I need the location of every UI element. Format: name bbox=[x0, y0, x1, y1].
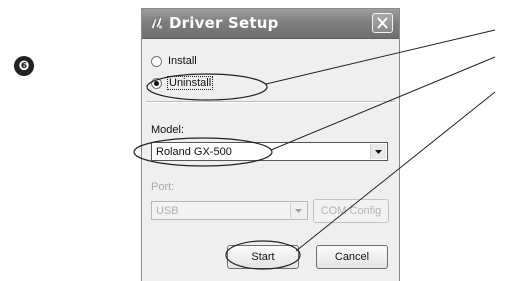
uninstall-highlight-ellipse bbox=[146, 73, 268, 101]
callout-line-start bbox=[295, 91, 496, 252]
start-highlight-ellipse bbox=[225, 240, 301, 270]
model-highlight-ellipse bbox=[133, 137, 273, 167]
callout-annotations bbox=[133, 29, 496, 270]
callout-line-model bbox=[270, 56, 496, 151]
callout-line-uninstall bbox=[265, 29, 496, 85]
